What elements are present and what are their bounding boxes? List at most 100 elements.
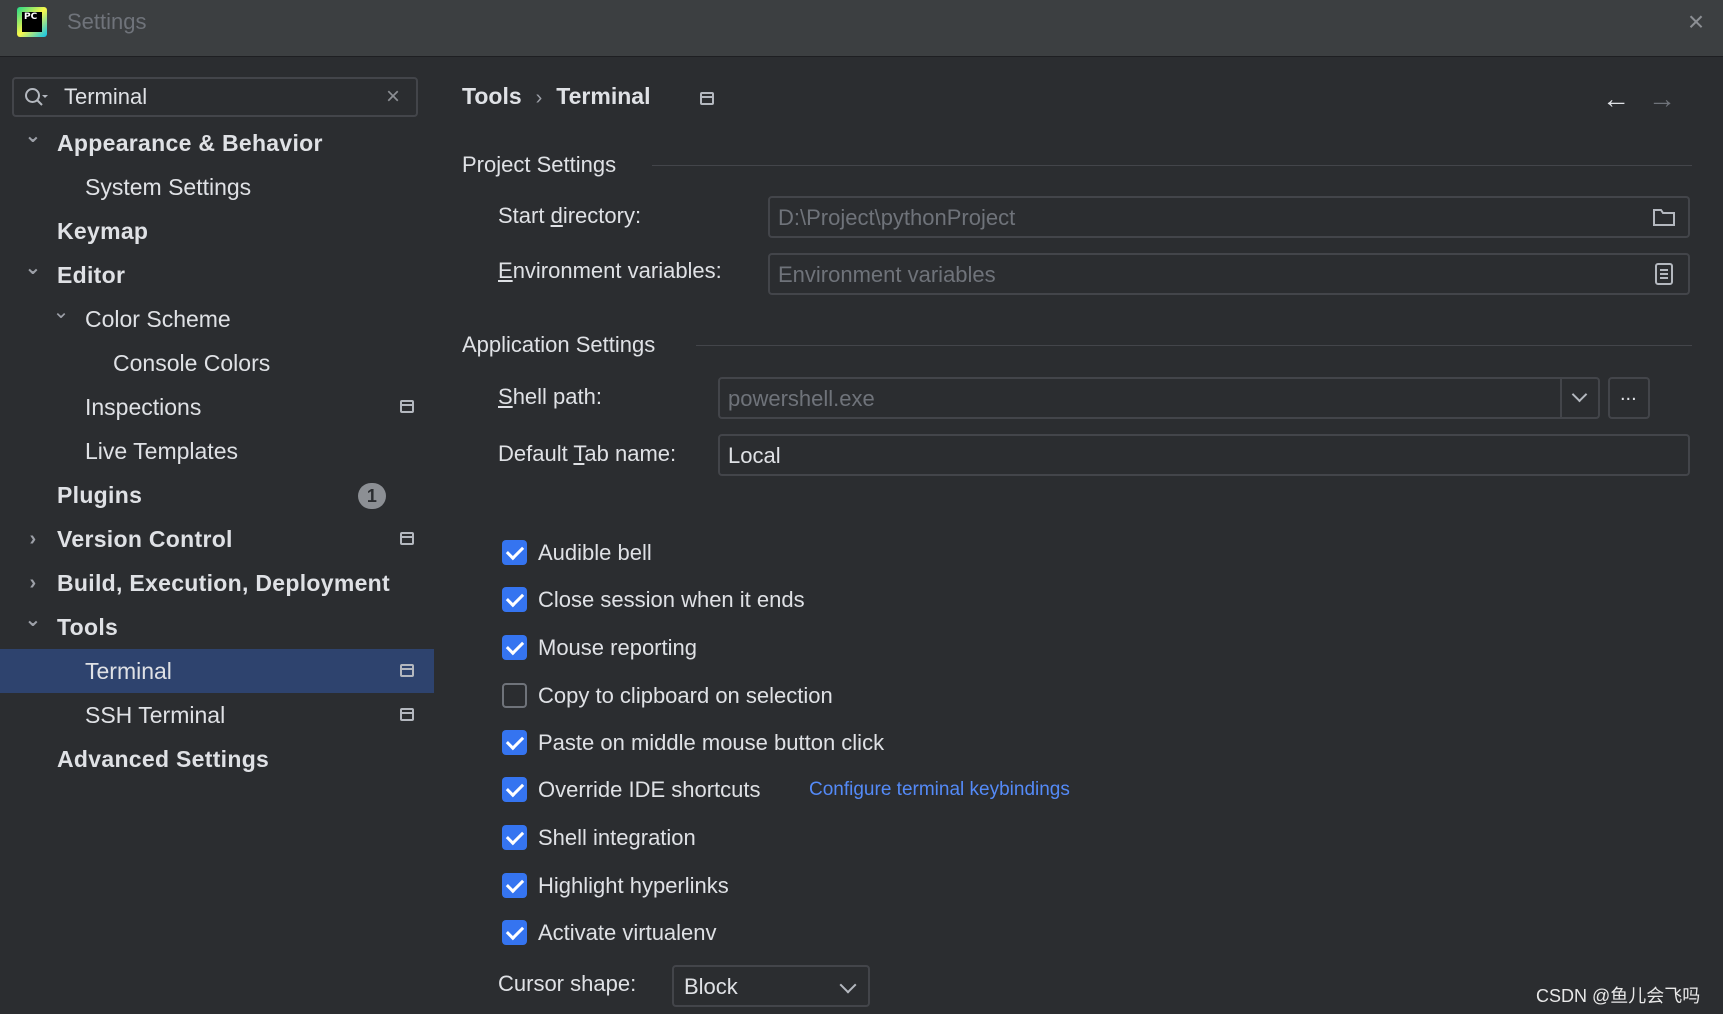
sidebar-item-plugins[interactable]: Plugins 1: [0, 473, 434, 517]
sidebar-item-label: SSH Terminal: [85, 702, 226, 728]
settings-sidebar: × ⌄ Appearance & Behavior System Settings K…: [0, 57, 434, 1014]
checkbox-label[interactable]: Highlight hyperlinks: [538, 870, 729, 902]
checkbox-label[interactable]: Close session when it ends: [538, 584, 805, 616]
chevron-down-icon[interactable]: [1571, 386, 1588, 403]
chevron-down-icon: [839, 976, 857, 994]
env-vars-label: Environment variables:: [498, 258, 722, 283]
close-window-icon[interactable]: ×: [1683, 8, 1709, 36]
sidebar-item-keymap[interactable]: Keymap: [0, 209, 434, 253]
cursor-shape-select[interactable]: Block: [672, 965, 870, 1007]
checkbox-label[interactable]: Audible bell: [538, 537, 652, 569]
checkbox-checked-icon[interactable]: [502, 777, 527, 802]
shell-path-label: Shell path:: [498, 384, 602, 409]
search-icon[interactable]: [24, 87, 48, 109]
sidebar-item-label: Build, Execution, Deployment: [57, 570, 390, 596]
checkbox-checked-icon[interactable]: [502, 540, 527, 565]
sidebar-item-terminal[interactable]: Terminal: [0, 649, 434, 693]
section-divider: [696, 345, 1692, 346]
sidebar-item-system-settings[interactable]: System Settings: [0, 165, 434, 209]
sidebar-item-label: Appearance & Behavior: [57, 130, 323, 156]
checkbox-checked-icon[interactable]: [502, 920, 527, 945]
checkbox-label[interactable]: Mouse reporting: [538, 632, 697, 664]
default-tab-name-input[interactable]: [728, 442, 1668, 470]
sidebar-item-live-templates[interactable]: Live Templates: [0, 429, 434, 473]
back-arrow-icon[interactable]: ←: [1602, 83, 1630, 115]
forward-arrow-icon[interactable]: →: [1648, 83, 1676, 115]
chevron-right-icon[interactable]: ›: [23, 561, 43, 605]
folder-icon[interactable]: [1652, 206, 1676, 228]
project-scope-icon: [400, 708, 414, 721]
project-settings-title: Project Settings: [462, 152, 617, 177]
cursor-shape-value: Block: [684, 974, 738, 999]
sidebar-item-advanced-settings[interactable]: Advanced Settings: [0, 737, 434, 781]
shell-path-browse-button[interactable]: ...: [1608, 377, 1650, 419]
breadcrumb: Tools › Terminal: [462, 83, 650, 110]
watermark: CSDN @鱼儿会飞吗: [1536, 986, 1701, 1006]
sidebar-item-label: Terminal: [85, 658, 172, 684]
sidebar-item-label: System Settings: [85, 174, 252, 200]
project-scope-icon: [400, 532, 414, 545]
breadcrumb-terminal: Terminal: [556, 83, 651, 109]
edit-list-icon[interactable]: [1652, 263, 1676, 285]
cursor-shape-label: Cursor shape:: [498, 971, 637, 996]
chevron-down-icon[interactable]: ⌄: [51, 297, 71, 341]
sidebar-item-appearance-behavior[interactable]: ⌄ Appearance & Behavior: [0, 121, 434, 165]
checkbox-checked-icon[interactable]: [502, 825, 527, 850]
sidebar-item-color-scheme[interactable]: ⌄ Color Scheme: [0, 297, 434, 341]
sidebar-item-inspections[interactable]: Inspections: [0, 385, 434, 429]
sidebar-item-console-colors[interactable]: Console Colors: [0, 341, 434, 385]
checkbox-label[interactable]: Copy to clipboard on selection: [538, 680, 833, 712]
sidebar-item-tools[interactable]: ⌄ Tools: [0, 605, 434, 649]
chevron-down-icon[interactable]: ⌄: [23, 253, 43, 297]
sidebar-item-editor[interactable]: ⌄ Editor: [0, 253, 434, 297]
sidebar-item-ssh-terminal[interactable]: SSH Terminal: [0, 693, 434, 737]
breadcrumb-tools[interactable]: Tools: [462, 83, 522, 109]
window-title: Settings: [67, 9, 147, 34]
sidebar-item-label: Editor: [57, 262, 126, 288]
project-scope-icon: [400, 664, 414, 677]
start-directory-label: Start directory:: [498, 203, 642, 228]
sidebar-item-version-control[interactable]: › Version Control: [0, 517, 434, 561]
title-bar: PC Settings ×: [0, 0, 1723, 57]
shell-path-combobox[interactable]: [718, 377, 1600, 419]
sidebar-item-build-execution-deployment[interactable]: › Build, Execution, Deployment: [0, 561, 434, 605]
chevron-down-icon[interactable]: ⌄: [23, 605, 43, 649]
clear-search-icon[interactable]: ×: [386, 84, 400, 110]
checkbox-label[interactable]: Shell integration: [538, 822, 696, 854]
checkbox-checked-icon[interactable]: [502, 587, 527, 612]
chevron-down-icon[interactable]: ⌄: [23, 121, 43, 165]
sidebar-item-label: Inspections: [85, 394, 202, 420]
default-tab-name-field[interactable]: [718, 434, 1690, 476]
logo-text: PC: [22, 12, 42, 32]
start-directory-field[interactable]: [768, 196, 1690, 238]
sidebar-item-label: Keymap: [57, 218, 149, 244]
sidebar-item-label: Version Control: [57, 526, 233, 552]
chevron-right-icon[interactable]: ›: [23, 517, 43, 561]
env-vars-input[interactable]: [778, 261, 1628, 289]
search-box[interactable]: ×: [12, 77, 418, 117]
section-divider: [652, 165, 1692, 166]
checkbox-checked-icon[interactable]: [502, 635, 527, 660]
sidebar-item-label: Console Colors: [113, 350, 271, 376]
checkbox-label[interactable]: Activate virtualenv: [538, 917, 717, 949]
sidebar-item-label: Color Scheme: [85, 306, 231, 332]
checkbox-checked-icon[interactable]: [502, 730, 527, 755]
update-count-badge: 1: [358, 483, 386, 509]
settings-content: Tools › Terminal ← → Project Settings Star…: [434, 57, 1723, 1014]
application-settings-title: Application Settings: [462, 332, 656, 357]
checkbox-label[interactable]: Paste on middle mouse button click: [538, 727, 884, 759]
breadcrumb-separator: ›: [535, 87, 543, 109]
default-tab-name-label: Default Tab name:: [498, 441, 677, 466]
checkbox-checked-icon[interactable]: [502, 873, 527, 898]
shell-path-input[interactable]: [728, 385, 1508, 413]
configure-keybindings-link[interactable]: Configure terminal keybindings: [809, 774, 1070, 806]
checkbox-unchecked-icon[interactable]: [502, 683, 527, 708]
start-directory-input[interactable]: [778, 204, 1628, 232]
pycharm-logo-icon: PC: [17, 7, 47, 37]
search-input[interactable]: [64, 84, 384, 110]
sidebar-item-label: Tools: [57, 614, 119, 640]
env-vars-field[interactable]: [768, 253, 1690, 295]
sidebar-item-label: Plugins: [57, 482, 143, 508]
sidebar-item-label: Live Templates: [85, 438, 238, 464]
checkbox-label[interactable]: Override IDE shortcuts: [538, 774, 761, 806]
